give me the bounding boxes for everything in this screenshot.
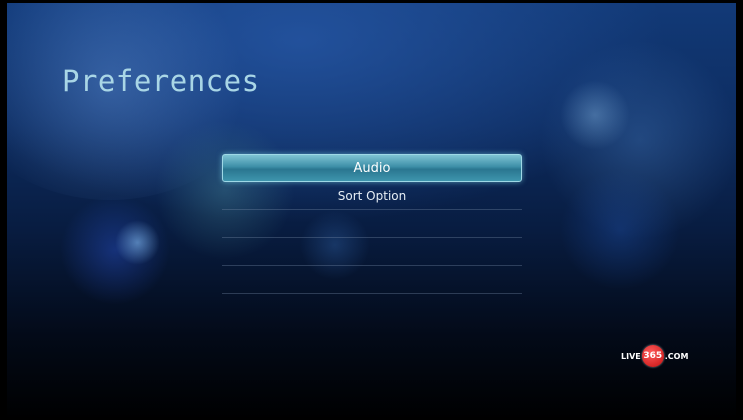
- menu-item-empty[interactable]: [222, 210, 522, 238]
- live365-logo: LIVE 365 .COM: [621, 345, 688, 367]
- menu-item-empty[interactable]: [222, 238, 522, 266]
- menu-item-empty[interactable]: [222, 266, 522, 294]
- bokeh-light: [115, 220, 160, 265]
- logo-suffix: .COM: [664, 351, 689, 361]
- menu-item-sort-option[interactable]: Sort Option: [222, 182, 522, 210]
- bokeh-light: [560, 170, 680, 290]
- preferences-menu: Audio Sort Option: [222, 154, 522, 294]
- page-title: Preferences: [62, 64, 260, 98]
- bokeh-light: [540, 40, 740, 240]
- logo-prefix: LIVE: [621, 351, 641, 361]
- menu-item-audio[interactable]: Audio: [222, 154, 522, 182]
- logo-badge: 365: [641, 345, 664, 367]
- bokeh-light: [560, 80, 630, 150]
- bokeh-light: [60, 195, 170, 305]
- preferences-screen: Preferences Audio Sort Option LIVE 365 .…: [0, 0, 743, 420]
- bokeh-light: [0, 0, 260, 200]
